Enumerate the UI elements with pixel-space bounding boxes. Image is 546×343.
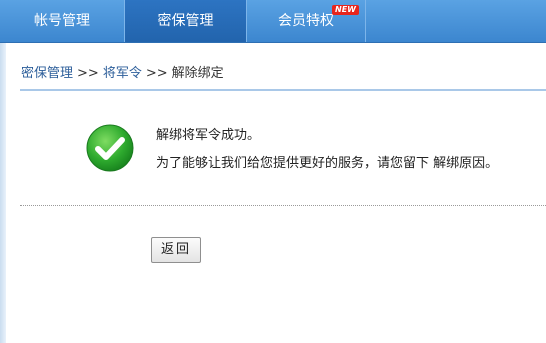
- breadcrumb-current: 解除绑定: [171, 66, 224, 81]
- page: 帐号管理 密保管理 会员特权 NEW 密保管理 >> 将军令 >> 解除绑定 解绑将军令…: [0, 0, 546, 343]
- content-divider: [20, 205, 546, 206]
- tab-label: 密保管理: [157, 13, 214, 29]
- breadcrumb-divider: [20, 89, 546, 91]
- top-nav: 帐号管理 密保管理 会员特权 NEW: [0, 0, 546, 43]
- success-message: 为了能够让我们给您提供更好的服务，请您留下 解绑原因。: [156, 156, 499, 171]
- success-title: 解绑将军令成功。: [156, 128, 261, 143]
- new-badge: NEW: [332, 5, 359, 15]
- tab-label: 帐号管理: [34, 13, 90, 29]
- tab-account-management[interactable]: 帐号管理: [0, 0, 125, 42]
- breadcrumb-token[interactable]: 将军令: [103, 66, 142, 81]
- tab-member-privileges[interactable]: 会员特权 NEW: [247, 0, 366, 42]
- breadcrumb-separator: >>: [145, 66, 168, 81]
- back-button[interactable]: 返回: [151, 237, 201, 263]
- left-rail: [0, 43, 6, 343]
- tab-security-management[interactable]: 密保管理: [125, 0, 247, 42]
- breadcrumb-separator: >>: [77, 66, 99, 81]
- tab-label: 会员特权: [278, 13, 334, 29]
- check-circle-icon: [86, 124, 134, 172]
- breadcrumb-security-management[interactable]: 密保管理: [21, 66, 73, 81]
- breadcrumb: 密保管理 >> 将军令 >> 解除绑定: [21, 62, 224, 86]
